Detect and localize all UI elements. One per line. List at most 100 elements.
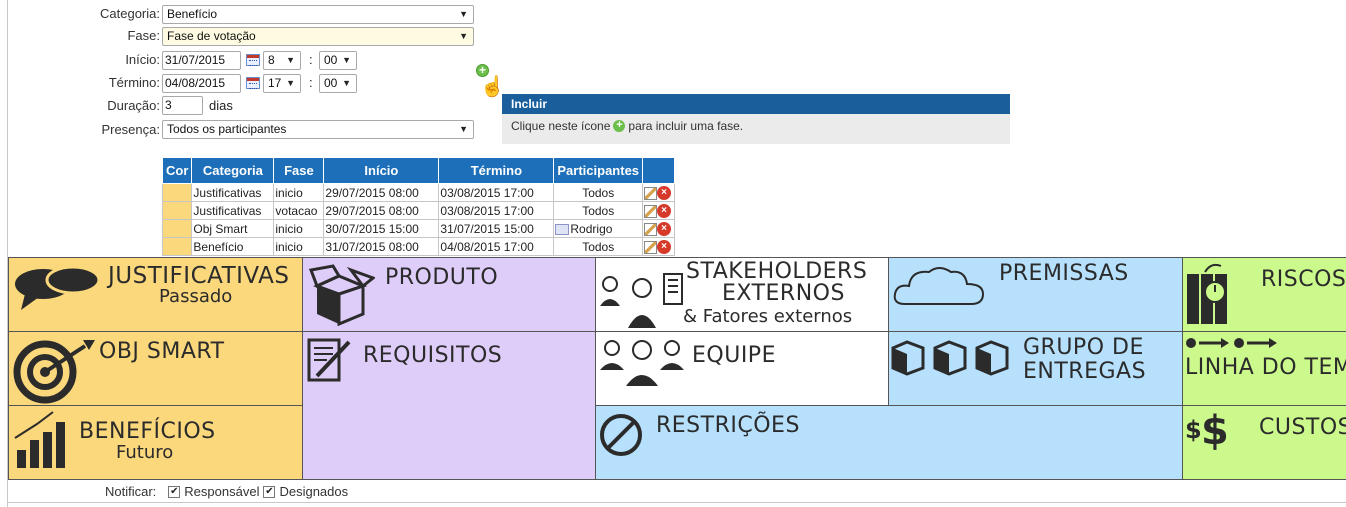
cell-categoria: Obj Smart — [191, 219, 275, 238]
duracao-label: Duração: — [107, 98, 160, 113]
delete-icon[interactable]: × — [657, 240, 672, 255]
termino-minute-value: 00 — [324, 76, 338, 90]
cell-inicio: 29/07/2015 08:00 — [323, 201, 440, 220]
canvas-premissas[interactable]: PREMISSAS — [888, 257, 1183, 332]
canvas-riscos[interactable]: RISCOS — [1182, 257, 1346, 332]
chevron-down-icon: ▼ — [342, 55, 351, 65]
categoria-select-value: Benefício — [167, 7, 218, 21]
chevron-down-icon: ▼ — [286, 78, 295, 88]
canvas-justificativas[interactable]: JUSTIFICATIVAS Passado — [8, 257, 303, 332]
cell-participantes: Todos — [553, 237, 644, 256]
edit-icon[interactable] — [644, 222, 658, 236]
table-row[interactable]: Obj Smart inicio 30/07/2015 15:00 31/07/… — [161, 219, 676, 238]
designados-checkbox[interactable]: ✔ — [263, 485, 276, 498]
table-row[interactable]: Justificativas inicio 29/07/2015 08:00 0… — [161, 183, 676, 202]
cell-participantes: Todos — [553, 183, 644, 202]
cell-termino: 03/08/2015 17:00 — [438, 183, 555, 202]
dollar-large-icon: $ — [1201, 408, 1229, 454]
box-icon — [309, 264, 375, 326]
delete-icon[interactable]: × — [657, 204, 672, 219]
cloud-icon — [893, 267, 985, 305]
cell-categoria: Justificativas — [191, 201, 275, 220]
calendar-icon[interactable] — [246, 54, 260, 66]
inicio-label: Início: — [125, 52, 160, 67]
premissas-title: PREMISSAS — [999, 261, 1129, 286]
stakeholders-line3: & Fatores externos — [683, 306, 853, 327]
edit-icon[interactable] — [644, 186, 658, 200]
cell-actions: × — [642, 183, 676, 202]
canvas-restricoes[interactable]: RESTRIÇÕES — [595, 405, 1183, 480]
cell-termino: 04/08/2015 17:00 — [438, 237, 555, 256]
riscos-title: RISCOS — [1261, 267, 1346, 292]
responsavel-checkbox[interactable]: ✔ — [168, 485, 181, 498]
notify-label: Notificar: — [105, 484, 157, 499]
speech-bubbles-icon — [15, 265, 101, 310]
termino-minute-select[interactable]: 00 ▼ — [319, 74, 357, 93]
presenca-select-value: Todos os participantes — [167, 122, 287, 136]
table-row[interactable]: Benefício inicio 31/07/2015 08:00 04/08/… — [161, 237, 676, 256]
duracao-input[interactable]: 3 — [162, 96, 203, 115]
canvas-obj-smart[interactable]: OBJ SMART — [8, 331, 303, 406]
color-swatch — [161, 201, 193, 220]
add-icon: + — [613, 120, 626, 132]
cell-fase: inicio — [273, 237, 325, 256]
inicio-minute-value: 00 — [324, 53, 338, 67]
fase-select[interactable]: Fase de votação ▼ — [162, 27, 474, 46]
linha-tempo-title: LINHA DO TEMPO — [1185, 355, 1346, 380]
cell-inicio: 30/07/2015 15:00 — [323, 219, 440, 238]
beneficios-title: BENEFÍCIOS — [79, 419, 216, 444]
canvas-requisitos[interactable]: REQUISITOS — [302, 331, 596, 480]
tooltip-body: Clique neste ícone + para incluir uma fa… — [502, 114, 1010, 138]
termino-hour-select[interactable]: 17 ▼ — [263, 74, 301, 93]
calendar-icon[interactable] — [246, 77, 260, 89]
beneficios-sub: Futuro — [116, 442, 174, 463]
cell-actions: × — [642, 237, 676, 256]
edit-icon[interactable] — [644, 240, 658, 254]
stakeholders-line2: EXTERNOS — [722, 281, 845, 306]
cell-termino: 31/07/2015 15:00 — [438, 219, 555, 238]
cell-categoria: Justificativas — [191, 183, 275, 202]
cell-fase: votacao — [273, 201, 325, 220]
canvas-grupo-entregas[interactable]: GRUPO DE ENTREGAS — [888, 331, 1183, 406]
presenca-select[interactable]: Todos os participantes ▼ — [162, 120, 474, 139]
canvas-linha-tempo[interactable]: LINHA DO TEMPO — [1182, 331, 1346, 406]
inicio-hour-select[interactable]: 8 ▼ — [263, 51, 301, 70]
cell-actions: × — [642, 201, 676, 220]
team-icon — [600, 340, 684, 386]
termino-hour-value: 17 — [268, 76, 282, 90]
inicio-hour-value: 8 — [268, 53, 275, 67]
notify-row: Notificar: ✔ Responsável ✔ Designados — [105, 484, 348, 499]
termino-date-input[interactable]: 04/08/2015 — [162, 74, 241, 93]
justificativas-sub: Passado — [159, 286, 233, 307]
canvas-equipe[interactable]: EQUIPE — [595, 331, 889, 406]
categoria-label: Categoria: — [100, 6, 160, 21]
delete-icon[interactable]: × — [657, 186, 672, 201]
phases-table: Cor Categoria Fase Início Término Partic… — [161, 157, 676, 256]
termino-label: Término: — [108, 75, 160, 90]
equipe-title: EQUIPE — [692, 343, 776, 368]
delete-icon[interactable]: × — [657, 222, 672, 237]
canvas-beneficios[interactable]: BENEFÍCIOS Futuro — [8, 405, 303, 480]
table-row[interactable]: Justificativas votacao 29/07/2015 08:00 … — [161, 201, 676, 220]
tooltip-text-after: para incluir uma fase. — [628, 119, 744, 133]
bar-chart-icon — [14, 411, 65, 468]
inicio-date-input[interactable]: 31/07/2015 — [162, 51, 241, 70]
chevron-down-icon: ▼ — [286, 55, 295, 65]
cell-inicio: 31/07/2015 08:00 — [323, 237, 440, 256]
col-categoria: Categoria — [191, 157, 275, 184]
dollar-icon: $ — [1185, 416, 1202, 444]
canvas-custos[interactable]: $ $ CUSTOS — [1182, 405, 1346, 480]
fase-label: Fase: — [127, 28, 160, 43]
color-swatch — [161, 237, 193, 256]
prohibited-icon — [600, 414, 642, 456]
edit-icon[interactable] — [644, 204, 658, 218]
cell-inicio: 29/07/2015 08:00 — [323, 183, 440, 202]
inicio-minute-select[interactable]: 00 ▼ — [319, 51, 357, 70]
bottom-frame-line — [7, 502, 1346, 503]
categoria-select[interactable]: Benefício ▼ — [162, 5, 474, 24]
timeline-arrows-icon — [1186, 338, 1277, 348]
canvas-produto[interactable]: PRODUTO — [302, 257, 596, 332]
canvas-stakeholders[interactable]: STAKEHOLDERS EXTERNOS & Fatores externos — [595, 257, 889, 332]
target-icon — [13, 340, 95, 404]
custos-title: CUSTOS — [1259, 415, 1346, 440]
